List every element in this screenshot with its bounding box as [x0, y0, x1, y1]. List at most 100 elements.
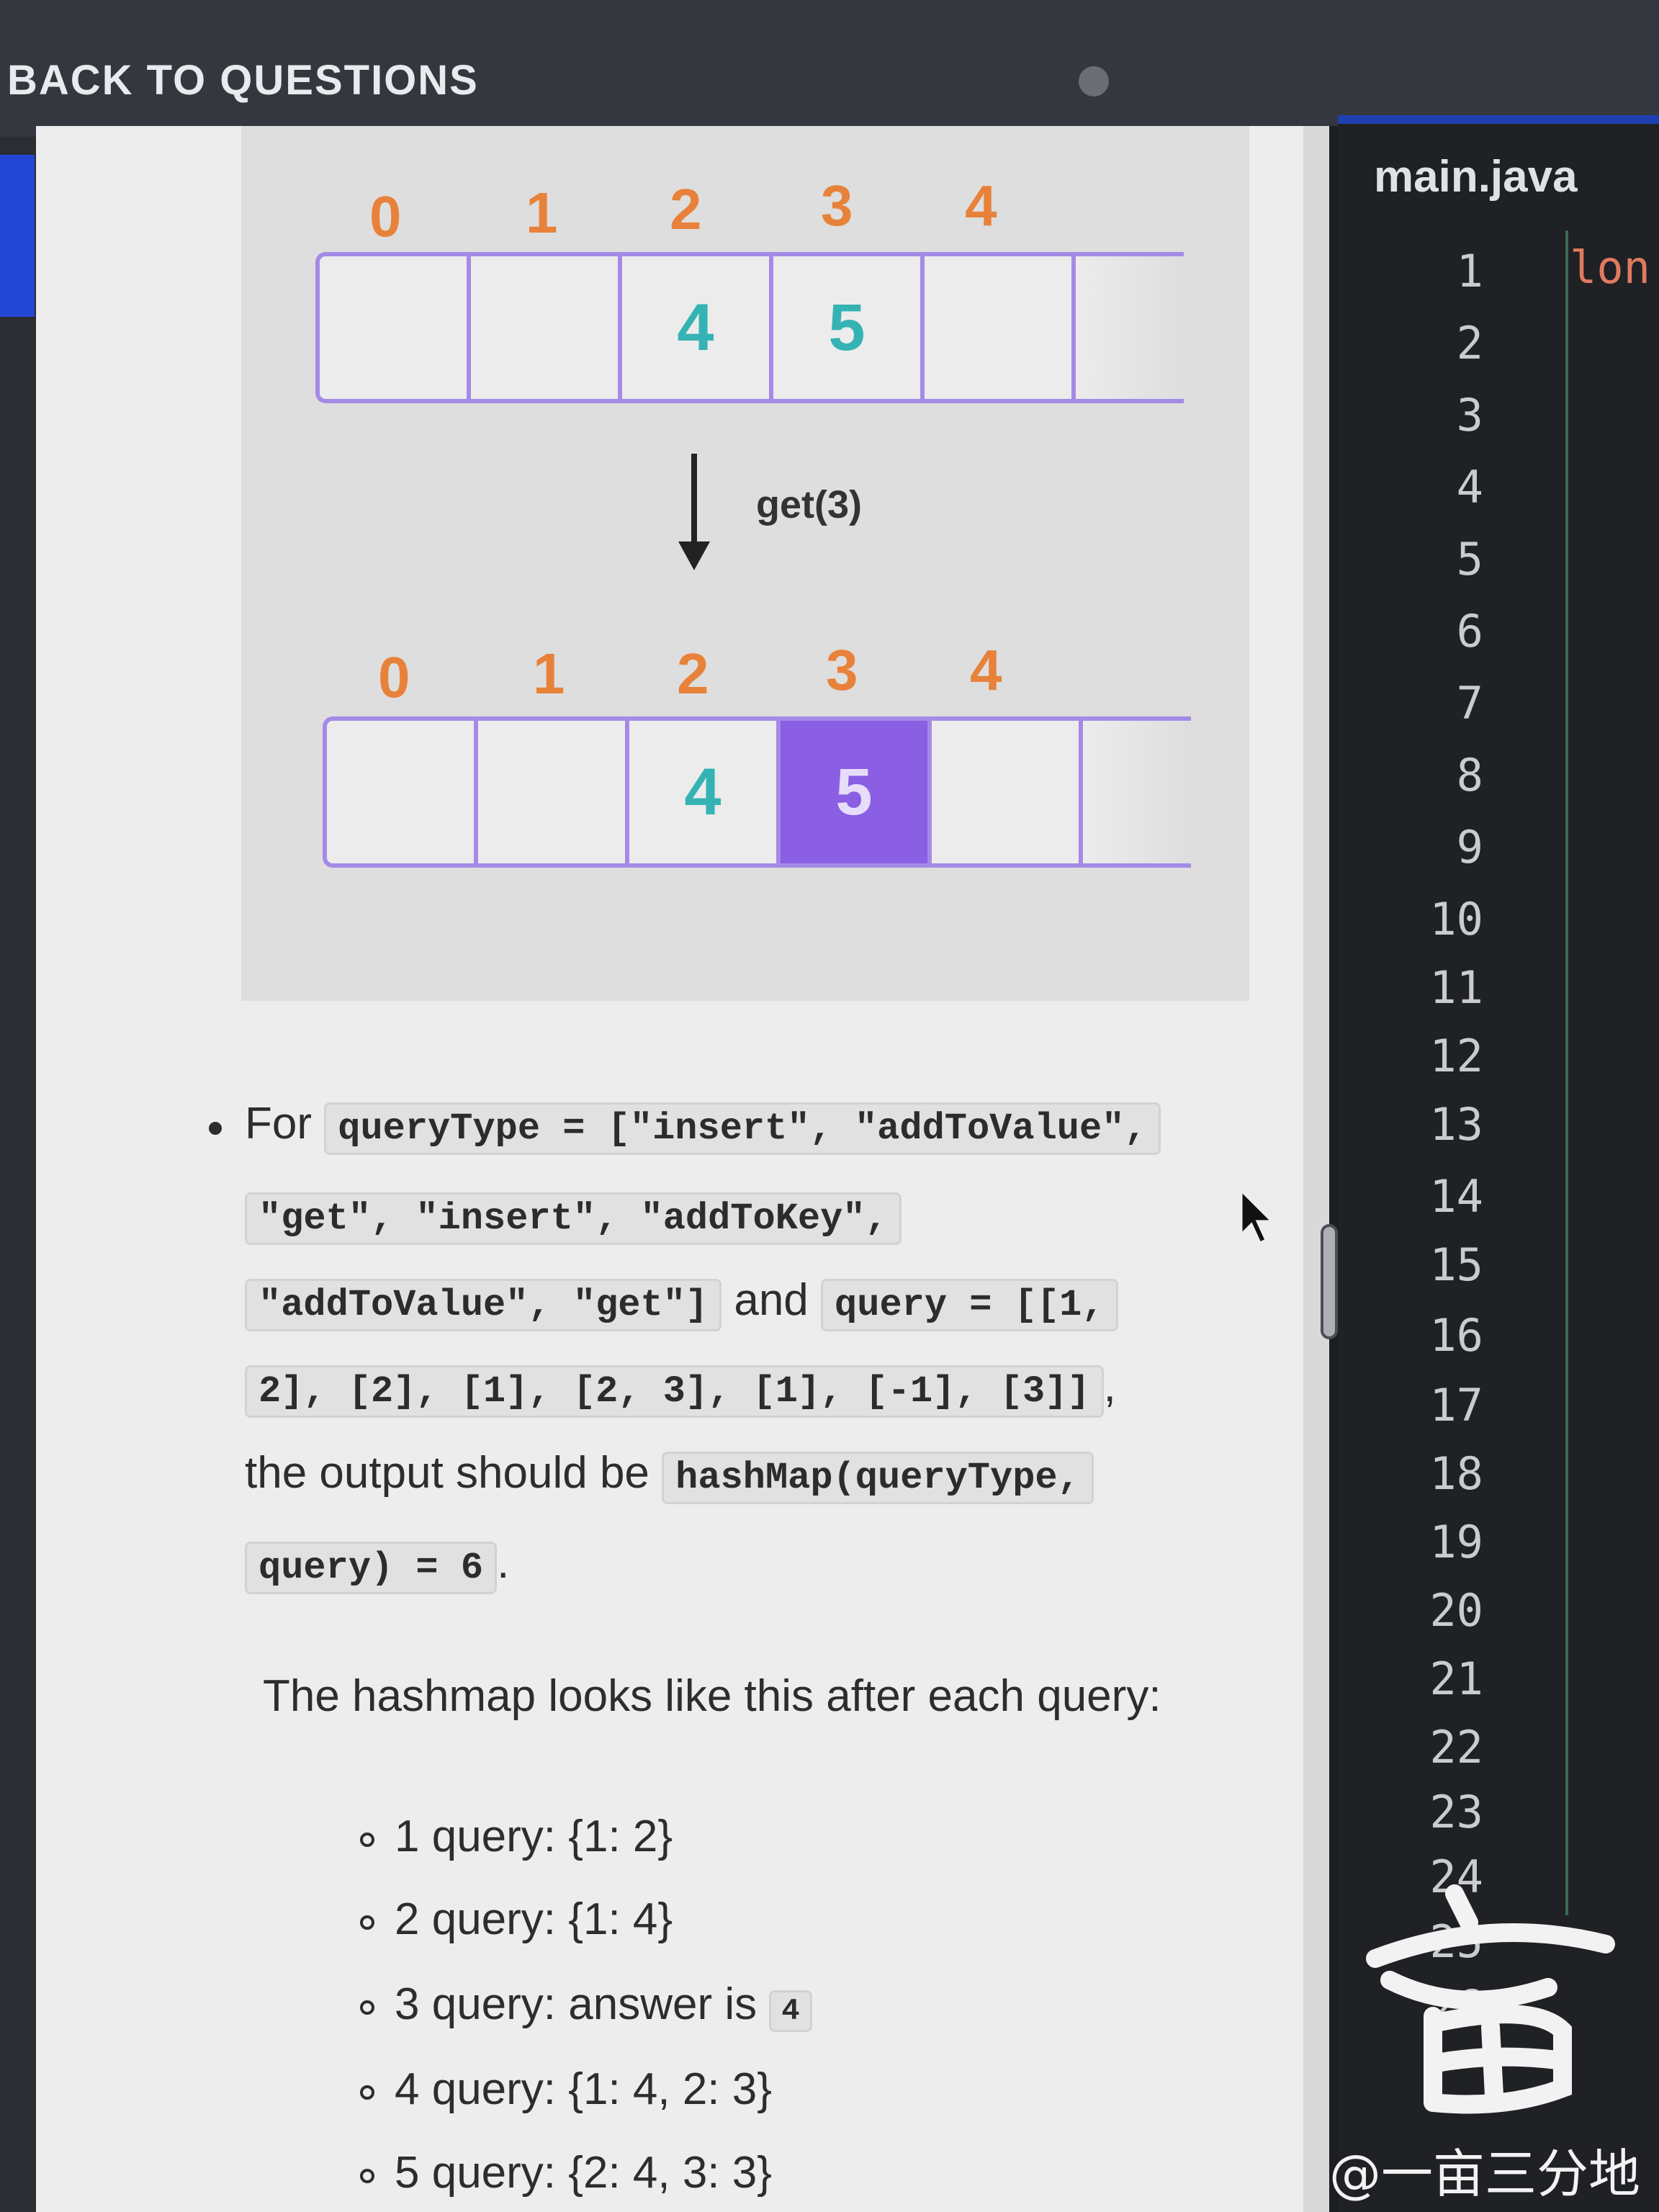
line-number: 18 [1429, 1447, 1483, 1500]
example-line-5: the output should be hashMap(queryType, [245, 1447, 1094, 1504]
cell [925, 256, 1076, 399]
line-number: 4 [1456, 461, 1483, 513]
panel-divider[interactable] [1329, 126, 1338, 2212]
example-line-2: "get", "insert", "addToKey", [245, 1188, 902, 1245]
example-line-4: 2], [2], [1], [2, 3], [1], [-1], [3]], [245, 1361, 1116, 1418]
index-label: 1 [526, 181, 558, 245]
hollow-bullet-icon [360, 2085, 374, 2100]
output-code: hashMap(queryType, [662, 1452, 1094, 1504]
index-label: 4 [970, 638, 1002, 702]
query-type-code: "get", "insert", "addToKey", [245, 1192, 902, 1245]
line-number: 6 [1456, 605, 1483, 657]
index-label: 0 [378, 645, 410, 709]
down-arrow-icon [691, 454, 697, 554]
hollow-bullet-icon [360, 1915, 374, 1930]
line-number: 22 [1429, 1721, 1483, 1773]
query-item-text: 1 query: {1: 2} [395, 1812, 673, 1861]
query-type-code: queryType = ["insert", "addToValue", [324, 1102, 1161, 1155]
bullet-icon [209, 1122, 222, 1135]
for-word: For [245, 1099, 312, 1148]
cell: 5 [773, 256, 925, 399]
line-number: 15 [1429, 1238, 1483, 1291]
description-scrollbar[interactable] [1303, 126, 1329, 2212]
cell: 4 [622, 256, 773, 399]
hollow-bullet-icon [360, 1832, 374, 1847]
gutter-divider [1565, 230, 1568, 1915]
resize-handle[interactable] [1321, 1224, 1338, 1339]
line-number: 16 [1429, 1309, 1483, 1362]
cell [932, 721, 1083, 863]
example-line-6: query) = 6. [245, 1537, 509, 1594]
before-cells: 4 5 [315, 252, 1184, 403]
line-number: 2 [1456, 317, 1483, 369]
example-line-1: For queryType = ["insert", "addToValue", [245, 1098, 1161, 1155]
index-label: 1 [533, 642, 565, 706]
line-number: 8 [1456, 749, 1483, 801]
line-number: 11 [1429, 961, 1483, 1014]
cell-fade [1076, 256, 1184, 399]
after-cells: 4 5 [323, 716, 1191, 868]
and-word: and [734, 1275, 809, 1325]
editor-file-tab[interactable]: main.java [1374, 151, 1578, 202]
watermark-logo [1366, 1884, 1615, 2114]
line-number: 5 [1456, 533, 1483, 585]
line-number: 1 [1456, 245, 1483, 297]
query-list-item: 2 query: {1: 4} [360, 1894, 673, 1945]
line-number: 9 [1456, 821, 1483, 873]
cell [478, 721, 629, 863]
query-code: query = [[1, [821, 1279, 1118, 1331]
query-list-item: 3 query: answer is 4 [360, 1979, 812, 2032]
explanation-intro: The hashmap looks like this after each q… [263, 1671, 1161, 1721]
query-code: 2], [2], [1], [2, 3], [1], [-1], [3]] [245, 1365, 1104, 1418]
cell [320, 256, 471, 399]
cell-highlighted: 5 [781, 721, 932, 863]
arrow-head-icon [678, 541, 710, 570]
query-list-item: 5 query: {2: 4, 3: 3} [360, 2147, 772, 2198]
line-number: 23 [1429, 1786, 1483, 1838]
line-number: 14 [1429, 1170, 1483, 1223]
cell-fade [1083, 721, 1191, 863]
period: . [497, 1538, 510, 1588]
query-list-item: 1 query: {1: 2} [360, 1811, 673, 1862]
answer-code: 4 [769, 1990, 812, 2032]
line-number: 3 [1456, 389, 1483, 441]
query-type-code: "addToValue", "get"] [245, 1279, 722, 1331]
query-item-text: 5 query: {2: 4, 3: 3} [395, 2148, 772, 2198]
line-number: 20 [1429, 1584, 1483, 1637]
line-number: 21 [1429, 1653, 1483, 1705]
query-list-item: 4 query: {1: 4, 2: 3} [360, 2064, 772, 2115]
query-item-text: 2 query: {1: 4} [395, 1894, 673, 1944]
cell [471, 256, 622, 399]
back-to-questions-link[interactable]: BACK TO QUESTIONS [7, 56, 479, 104]
line-number: 13 [1429, 1098, 1483, 1151]
line-number: 19 [1429, 1516, 1483, 1568]
query-item-text: 4 query: {1: 4, 2: 3} [395, 2064, 772, 2114]
line-number: 17 [1429, 1379, 1483, 1431]
index-label: 0 [369, 184, 402, 248]
menu-icon[interactable] [1079, 66, 1109, 96]
index-label: 3 [826, 638, 858, 702]
index-label: 2 [677, 642, 709, 706]
hollow-bullet-icon [360, 2000, 374, 2015]
example-line-3: "addToValue", "get"] and query = [[1, [245, 1274, 1118, 1331]
output-prefix: the output should be [245, 1448, 649, 1498]
watermark-text: @一亩三分地 [1329, 2144, 1641, 2204]
comma: , [1103, 1362, 1116, 1411]
code-token[interactable]: lon [1570, 241, 1650, 294]
line-number: 7 [1456, 677, 1483, 729]
index-label: 4 [965, 174, 997, 238]
index-label: 3 [821, 174, 853, 238]
editor-active-line [1338, 115, 1659, 124]
line-number: 12 [1429, 1030, 1483, 1082]
query-item-text: 3 query: answer is [395, 1979, 757, 2029]
line-number: 10 [1429, 893, 1483, 945]
left-sidebar-strip [0, 137, 36, 2212]
operation-label: get(3) [756, 483, 862, 526]
cell [327, 721, 478, 863]
hashmap-illustration: 0 1 2 3 4 4 5 get(3) 0 1 2 3 4 4 5 [241, 126, 1249, 1001]
hollow-bullet-icon [360, 2168, 374, 2183]
active-tab-indicator [0, 155, 35, 317]
index-label: 2 [670, 177, 702, 241]
mouse-cursor-icon [1240, 1190, 1274, 1245]
output-code: query) = 6 [245, 1542, 498, 1594]
